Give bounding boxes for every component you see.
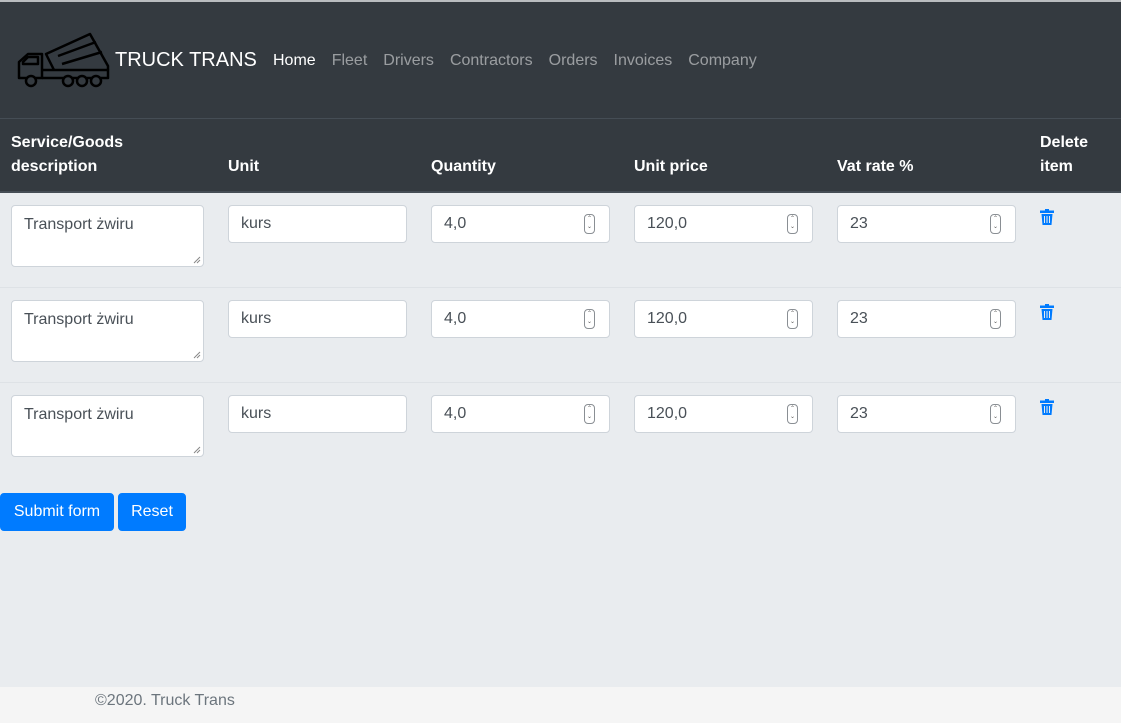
unit-value: kurs	[241, 215, 272, 232]
vat-rate-value: 23	[850, 215, 868, 232]
table-row: Transport żwiru kurs 4,0 ⌃ ⌄ 120,0 ⌃ ⌄ 23 …	[0, 288, 1121, 383]
header-delete-line2: item	[1040, 158, 1073, 175]
vat-rate-value: 23	[850, 405, 868, 422]
trash-icon[interactable]	[1040, 304, 1054, 320]
dump-truck-logo-icon[interactable]	[16, 32, 112, 90]
spinner-icon[interactable]: ⌃ ⌄	[787, 214, 798, 234]
vat-rate-input[interactable]: 23 ⌃ ⌄	[837, 395, 1016, 433]
nav-link-home[interactable]: Home	[273, 51, 316, 71]
resize-grip-icon[interactable]	[193, 351, 201, 359]
unit-input[interactable]: kurs	[228, 300, 407, 338]
reset-button[interactable]: Reset	[118, 493, 186, 531]
nav-links: Home Fleet Drivers Contractors Orders In…	[273, 51, 757, 71]
quantity-value: 4,0	[444, 310, 467, 327]
unit-input[interactable]: kurs	[228, 395, 407, 433]
quantity-input[interactable]: 4,0 ⌃ ⌄	[431, 300, 610, 338]
header-unit: Unit	[228, 158, 260, 175]
description-value: Transport żwiru	[24, 406, 134, 423]
quantity-value: 4,0	[444, 405, 467, 422]
header-vat-rate: Vat rate %	[837, 158, 914, 175]
footer: ©2020. Truck Trans	[0, 687, 1121, 723]
description-value: Transport żwiru	[24, 216, 134, 233]
description-textarea[interactable]: Transport żwiru	[11, 300, 204, 362]
header-delete: Delete item	[1040, 131, 1088, 179]
unit-price-value: 120,0	[647, 310, 688, 327]
header-description-line1: Service/Goods	[11, 134, 124, 151]
spinner-icon[interactable]: ⌃ ⌄	[787, 309, 798, 329]
unit-input[interactable]: kurs	[228, 205, 407, 243]
unit-price-input[interactable]: 120,0 ⌃ ⌄	[634, 300, 813, 338]
unit-value: kurs	[241, 405, 272, 422]
description-textarea[interactable]: Transport żwiru	[11, 205, 204, 267]
spinner-icon[interactable]: ⌃ ⌄	[990, 214, 1001, 234]
resize-grip-icon[interactable]	[193, 446, 201, 454]
unit-value: kurs	[241, 310, 272, 327]
header-description: Service/Goods description	[11, 131, 123, 179]
spinner-icon[interactable]: ⌃ ⌄	[584, 309, 595, 329]
vat-rate-value: 23	[850, 310, 868, 327]
table-header: Service/Goods description Unit Quantity …	[0, 119, 1121, 193]
submit-form-button[interactable]: Submit form	[0, 493, 114, 531]
unit-price-input[interactable]: 120,0 ⌃ ⌄	[634, 395, 813, 433]
brand-name[interactable]: TRUCK TRANS	[115, 49, 257, 71]
unit-price-value: 120,0	[647, 405, 688, 422]
description-value: Transport żwiru	[24, 311, 134, 328]
header-description-line2: description	[11, 158, 98, 175]
trash-icon[interactable]	[1040, 399, 1054, 415]
quantity-value: 4,0	[444, 215, 467, 232]
spinner-icon[interactable]: ⌃ ⌄	[584, 214, 595, 234]
nav-link-contractors[interactable]: Contractors	[450, 51, 533, 71]
navbar: TRUCK TRANS Home Fleet Drivers Contracto…	[0, 2, 1121, 119]
footer-copyright: ©2020. Truck Trans	[95, 692, 235, 709]
table-row: Transport żwiru kurs 4,0 ⌃ ⌄ 120,0 ⌃ ⌄ 23 …	[0, 193, 1121, 288]
spinner-icon[interactable]: ⌃ ⌄	[990, 404, 1001, 424]
nav-link-company[interactable]: Company	[688, 51, 756, 71]
unit-price-value: 120,0	[647, 215, 688, 232]
vat-rate-input[interactable]: 23 ⌃ ⌄	[837, 205, 1016, 243]
description-textarea[interactable]: Transport żwiru	[11, 395, 204, 457]
nav-link-drivers[interactable]: Drivers	[383, 51, 434, 71]
nav-link-fleet[interactable]: Fleet	[332, 51, 368, 71]
header-quantity: Quantity	[431, 158, 496, 175]
header-unit-price: Unit price	[634, 158, 708, 175]
nav-link-orders[interactable]: Orders	[549, 51, 598, 71]
spinner-icon[interactable]: ⌃ ⌄	[584, 404, 595, 424]
spinner-icon[interactable]: ⌃ ⌄	[787, 404, 798, 424]
header-delete-line1: Delete	[1040, 134, 1089, 151]
resize-grip-icon[interactable]	[193, 256, 201, 264]
quantity-input[interactable]: 4,0 ⌃ ⌄	[431, 205, 610, 243]
vat-rate-input[interactable]: 23 ⌃ ⌄	[837, 300, 1016, 338]
unit-price-input[interactable]: 120,0 ⌃ ⌄	[634, 205, 813, 243]
spinner-icon[interactable]: ⌃ ⌄	[990, 309, 1001, 329]
table-row: Transport żwiru kurs 4,0 ⌃ ⌄ 120,0 ⌃ ⌄ 23 …	[0, 383, 1121, 477]
trash-icon[interactable]	[1040, 209, 1054, 225]
nav-link-invoices[interactable]: Invoices	[614, 51, 673, 71]
quantity-input[interactable]: 4,0 ⌃ ⌄	[431, 395, 610, 433]
